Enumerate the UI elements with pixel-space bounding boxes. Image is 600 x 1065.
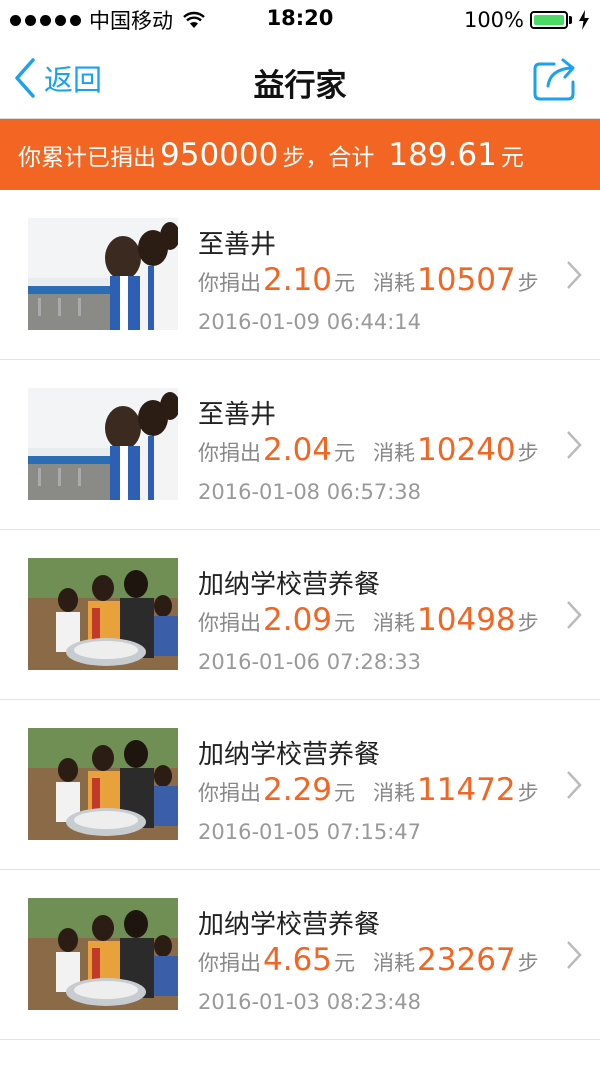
item-date: 2016-01-05 07:15:47: [198, 820, 422, 844]
item-title: 加纳学校营养餐: [198, 740, 381, 770]
donated-amount: 2.04: [263, 432, 333, 468]
summary-prefix: 你累计已捐出: [18, 144, 156, 171]
chevron-right-icon: [567, 941, 582, 969]
project-image-meal: [28, 898, 178, 1010]
item-stats: 你捐出 2.29 元 消耗 11472 步: [198, 772, 539, 814]
donated-amount: 2.29: [263, 772, 333, 808]
consumed-steps: 10507: [417, 262, 516, 298]
status-right: 100%: [464, 6, 590, 34]
consumed-label: 消耗: [373, 271, 416, 295]
consumed-label: 消耗: [373, 611, 416, 635]
consumed-steps: 10498: [417, 602, 516, 638]
consumed-steps: 10240: [417, 432, 516, 468]
donation-item[interactable]: 加纳学校营养餐 你捐出 2.29 元 消耗 11472 步 2016-01-05…: [0, 700, 600, 870]
donation-item[interactable]: 加纳学校营养餐 你捐出 2.09 元 消耗 10498 步 2016-01-06…: [0, 530, 600, 700]
amount-unit: 元: [334, 441, 356, 465]
item-stats: 你捐出 2.04 元 消耗 10240 步: [198, 432, 539, 474]
steps-unit: 步: [517, 951, 539, 975]
donation-item[interactable]: 至善井 你捐出 2.04 元 消耗 10240 步 2016-01-08 06:…: [0, 360, 600, 530]
amount-unit: 元: [334, 611, 356, 635]
donated-label: 你捐出: [198, 441, 261, 465]
donation-summary: 你累计已捐出 950000 步， 合计 189.61 元: [0, 119, 600, 190]
steps-unit: 步: [517, 441, 539, 465]
steps-unit: 步: [517, 781, 539, 805]
project-image-meal: [28, 558, 178, 670]
status-bar: 中国移动 18:20 100%: [0, 0, 600, 40]
amount-unit: 元: [334, 951, 356, 975]
donation-list: 至善井 你捐出 2.10 元 消耗 10507 步 2016-01-09 06:…: [0, 190, 600, 1040]
consumed-label: 消耗: [373, 441, 416, 465]
summary-total-label: 合计: [328, 144, 375, 171]
battery-percent: 100%: [463, 8, 524, 32]
charging-icon: [579, 10, 589, 30]
item-stats: 你捐出 2.10 元 消耗 10507 步: [198, 262, 539, 304]
steps-unit: 步: [517, 271, 539, 295]
item-title: 至善井: [198, 400, 277, 430]
consumed-label: 消耗: [373, 951, 416, 975]
item-title: 至善井: [198, 230, 277, 260]
donated-amount: 2.10: [263, 262, 333, 298]
chevron-right-icon: [567, 261, 582, 289]
item-title: 加纳学校营养餐: [198, 570, 381, 600]
item-date: 2016-01-03 08:23:48: [198, 990, 422, 1014]
donated-amount: 2.09: [263, 602, 333, 638]
item-date: 2016-01-09 06:44:14: [198, 310, 422, 334]
chevron-right-icon: [567, 771, 582, 799]
consumed-steps: 11472: [417, 772, 516, 808]
donated-label: 你捐出: [198, 611, 261, 635]
page-title: 益行家: [253, 68, 347, 104]
chevron-right-icon: [567, 601, 582, 629]
donated-label: 你捐出: [198, 781, 261, 805]
battery-icon: [530, 11, 568, 29]
project-image-meal: [28, 728, 178, 840]
share-icon[interactable]: [532, 56, 580, 102]
item-date: 2016-01-06 07:28:33: [198, 650, 422, 674]
chevron-right-icon: [567, 431, 582, 459]
item-stats: 你捐出 2.09 元 消耗 10498 步: [198, 602, 539, 644]
nav-bar: 返回 益行家: [0, 40, 600, 119]
item-stats: 你捐出 4.65 元 消耗 23267 步: [198, 942, 539, 984]
donation-item[interactable]: 加纳学校营养餐 你捐出 4.65 元 消耗 23267 步 2016-01-03…: [0, 870, 600, 1040]
summary-steps: 950000: [160, 136, 279, 173]
donation-item[interactable]: 至善井 你捐出 2.10 元 消耗 10507 步 2016-01-09 06:…: [0, 190, 600, 360]
project-image-well: [28, 218, 178, 330]
consumed-steps: 23267: [417, 942, 516, 978]
donated-label: 你捐出: [198, 951, 261, 975]
steps-unit: 步: [517, 611, 539, 635]
donated-amount: 4.65: [263, 942, 333, 978]
summary-amount-unit: 元: [500, 144, 524, 171]
summary-steps-unit: 步，: [282, 144, 329, 171]
consumed-label: 消耗: [373, 781, 416, 805]
amount-unit: 元: [334, 781, 356, 805]
project-image-well: [28, 388, 178, 500]
summary-amount: 189.61: [388, 136, 497, 173]
amount-unit: 元: [334, 271, 356, 295]
item-title: 加纳学校营养餐: [198, 910, 381, 940]
donated-label: 你捐出: [198, 271, 261, 295]
item-date: 2016-01-08 06:57:38: [198, 480, 422, 504]
